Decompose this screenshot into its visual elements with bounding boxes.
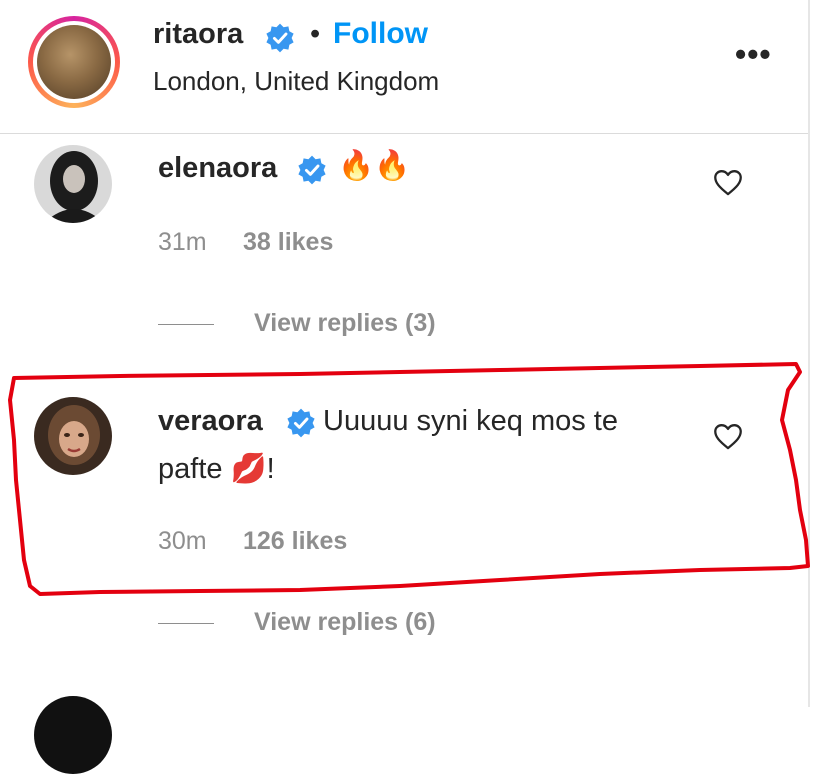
view-replies-button[interactable]: View replies (6) (254, 608, 436, 637)
comment-time[interactable]: 30m (158, 527, 207, 556)
kiss-mark-icon: 💋 (230, 453, 267, 485)
view-replies-button[interactable]: View replies (3) (254, 309, 436, 338)
post-location[interactable]: London, United Kingdom (153, 66, 439, 97)
comment-username[interactable]: elenaora (158, 152, 277, 185)
avatar-photo (37, 25, 111, 99)
next-comment-avatar[interactable] (34, 696, 112, 774)
panel-border (808, 0, 810, 707)
more-options-icon[interactable]: ••• (735, 36, 772, 73)
post-header: ritaora • Follow London, United Kingdom … (0, 0, 808, 134)
comment-likes[interactable]: 126 likes (243, 527, 347, 556)
like-heart-icon[interactable] (712, 168, 744, 201)
verified-badge-icon (264, 22, 296, 59)
comment-text-line2: pafte 💋! (158, 447, 275, 491)
comment-likes[interactable]: 38 likes (243, 228, 333, 257)
comment-text-part: pafte (158, 453, 231, 485)
profile-avatar[interactable] (28, 16, 120, 108)
comment-avatar[interactable] (34, 145, 112, 223)
comment-text-part: ! (266, 453, 275, 485)
post-username[interactable]: ritaora (153, 18, 243, 51)
replies-divider (158, 324, 214, 325)
comment-username[interactable]: veraora (158, 405, 263, 438)
verified-badge-icon (285, 407, 317, 444)
separator-dot: • (310, 18, 321, 50)
follow-button[interactable]: Follow (333, 17, 428, 51)
comment-time[interactable]: 31m (158, 228, 207, 257)
verified-badge-icon (296, 154, 328, 191)
comment-text: 🔥🔥 (338, 150, 411, 182)
comment-avatar[interactable] (34, 397, 112, 475)
comment-text-line1: Uuuuu syni keq mos te (323, 405, 618, 437)
replies-divider (158, 623, 214, 624)
like-heart-icon[interactable] (712, 422, 744, 455)
